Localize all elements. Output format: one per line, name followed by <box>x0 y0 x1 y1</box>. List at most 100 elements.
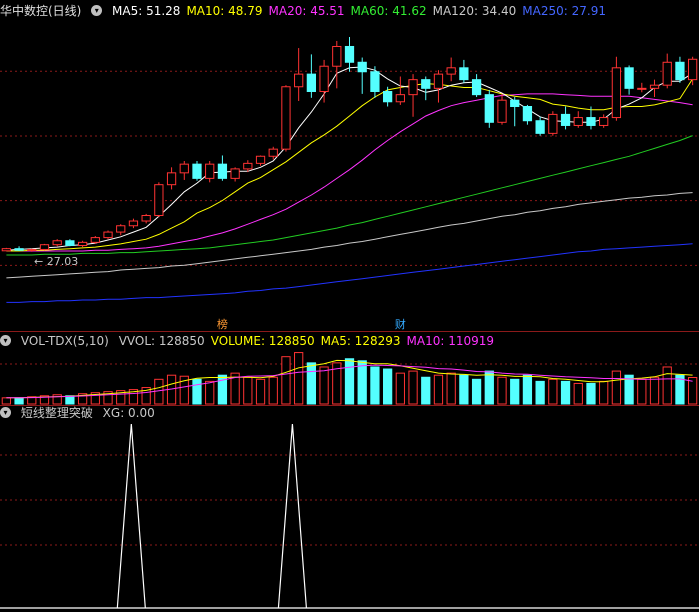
candle-body-13 <box>166 172 177 186</box>
candle-body-5 <box>65 240 75 246</box>
volume-bar-29 <box>370 366 380 405</box>
candle-body-47 <box>599 117 609 126</box>
candle-body-40 <box>510 99 520 108</box>
volume-bar-30 <box>382 368 393 405</box>
volume-bar-48 <box>611 370 622 405</box>
candle-body-26 <box>332 45 342 67</box>
candle-body-49 <box>624 67 634 89</box>
candle-body-18 <box>230 168 240 179</box>
volume-bar-45 <box>573 382 583 405</box>
candle-body-11 <box>141 214 151 222</box>
volume-bar-38 <box>484 370 494 405</box>
candle-body-12 <box>154 184 164 216</box>
candle-body-34 <box>433 73 444 89</box>
volume-bar-5 <box>65 395 75 405</box>
candle-body-36 <box>459 67 469 81</box>
volume-bar-31 <box>395 372 405 405</box>
candle-body-10 <box>128 220 139 227</box>
volume-bar-35 <box>446 372 456 405</box>
candle-body-25 <box>319 65 329 92</box>
badge-1: 财 <box>395 317 406 331</box>
candle-body-23 <box>294 73 304 88</box>
candle-body-33 <box>421 79 431 89</box>
volume-bar-43 <box>548 378 558 405</box>
candle-body-9 <box>116 225 126 233</box>
candle-body-48 <box>611 67 622 119</box>
volume-bar-42 <box>535 380 545 405</box>
xg-spike-0 <box>116 423 146 609</box>
candle-body-46 <box>586 117 596 126</box>
candle-body-17 <box>217 163 228 179</box>
volume-bar-33 <box>421 376 431 405</box>
xg-spike-1 <box>277 423 308 609</box>
volume-bar-0 <box>1 397 11 405</box>
volume-bar-21 <box>268 376 278 405</box>
volume-bar-50 <box>637 378 647 405</box>
candle-body-27 <box>344 45 355 63</box>
ma5-line <box>6 66 693 251</box>
volume-bar-34 <box>433 374 444 405</box>
candle-body-30 <box>382 90 393 103</box>
volume-bar-25 <box>319 366 329 405</box>
volume-bar-20 <box>255 378 266 405</box>
low-price-marker: ← 27.03 <box>34 255 78 268</box>
candle-body-4 <box>52 240 62 246</box>
candle-body-24 <box>306 73 317 92</box>
candle-body-38 <box>484 94 494 123</box>
volume-bar-32 <box>408 370 418 405</box>
candle-body-3 <box>39 244 50 250</box>
candle-body-29 <box>370 71 380 92</box>
candle-body-42 <box>535 120 545 134</box>
volume-bar-1 <box>14 397 24 405</box>
candle-body-52 <box>662 61 672 86</box>
candle-body-39 <box>497 99 507 123</box>
candle-body-19 <box>243 162 253 170</box>
candle-body-21 <box>268 148 278 157</box>
volume-bar-28 <box>357 360 367 405</box>
kline-chart[interactable]: ← 27.03 榜 财 <box>0 0 699 612</box>
ma250-line <box>6 243 693 303</box>
volume-bar-19 <box>243 376 253 405</box>
candle-body-14 <box>179 163 189 174</box>
candle-body-8 <box>103 231 113 239</box>
volume-bar-15 <box>192 378 202 405</box>
volume-bar-41 <box>522 374 533 405</box>
candle-body-31 <box>395 94 405 103</box>
volume-bar-27 <box>344 358 355 405</box>
candle-body-0 <box>1 248 11 252</box>
volume-bar-47 <box>599 380 609 405</box>
candle-body-35 <box>446 67 456 75</box>
candle-body-16 <box>205 163 215 179</box>
candle-body-50 <box>637 87 647 90</box>
volume-bar-51 <box>649 376 660 405</box>
volume-bar-23 <box>294 352 304 405</box>
candle-body-7 <box>90 237 100 243</box>
candle-body-1 <box>14 248 24 251</box>
volume-bar-39 <box>497 376 507 405</box>
candle-body-54 <box>688 58 698 81</box>
candle-body-44 <box>560 113 571 126</box>
volume-bar-36 <box>459 374 469 405</box>
candle-body-51 <box>649 84 660 89</box>
volume-bar-37 <box>471 378 482 405</box>
volume-bar-44 <box>560 380 571 405</box>
candle-body-41 <box>522 106 533 122</box>
candle-body-53 <box>675 61 685 81</box>
candle-body-15 <box>192 163 202 179</box>
candle-body-45 <box>573 117 583 126</box>
candle-body-22 <box>281 86 291 150</box>
candle-body-43 <box>548 113 558 134</box>
candle-body-20 <box>255 155 266 164</box>
volume-bar-24 <box>306 362 317 405</box>
badge-0: 榜 <box>217 317 228 331</box>
candle-body-28 <box>357 61 367 73</box>
volume-bar-46 <box>586 382 596 405</box>
candle-body-32 <box>408 79 418 96</box>
volume-bar-16 <box>205 380 215 405</box>
volume-bar-52 <box>662 366 672 405</box>
volume-bar-54 <box>688 376 698 405</box>
candle-body-2 <box>27 248 37 251</box>
candle-body-6 <box>77 241 88 246</box>
volume-bar-40 <box>510 378 520 405</box>
volume-bar-22 <box>281 356 291 405</box>
